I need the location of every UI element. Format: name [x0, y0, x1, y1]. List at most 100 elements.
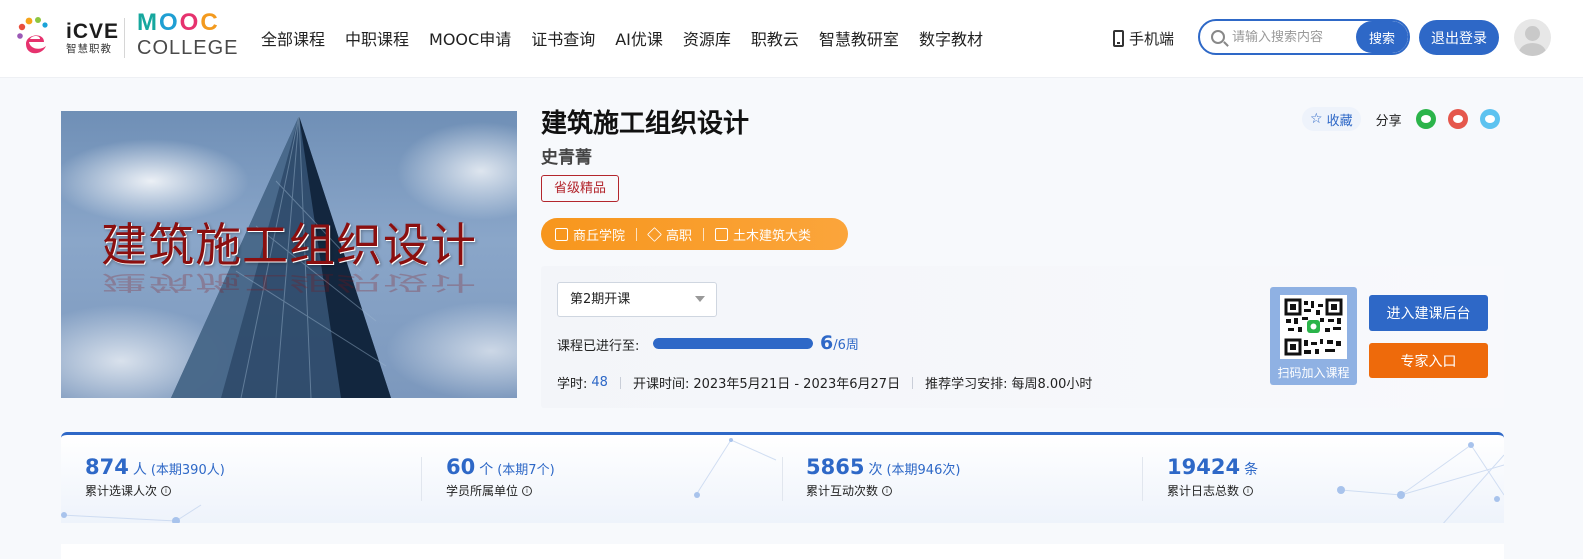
mobile-app-label: 手机端	[1129, 30, 1175, 48]
tag-school-label: 商丘学院	[573, 228, 626, 244]
mooc-letter-o2: O	[179, 9, 199, 36]
stat-label-text: 累计日志总数	[1167, 484, 1240, 498]
weibo-icon[interactable]	[1447, 109, 1468, 129]
nav-item-teaching-lab[interactable]: 智慧教研室	[819, 26, 899, 50]
stat-current-term: (本期390人)	[150, 463, 225, 478]
stat-label-text: 累计选课人次	[85, 484, 158, 498]
layers-icon	[647, 226, 662, 242]
favorite-button[interactable]: ☆ 收藏	[1302, 107, 1361, 131]
stat-label: 累计互动次数 i	[806, 482, 960, 499]
stat-enrollment: 874 人 (本期390人) 累计选课人次 i	[85, 455, 225, 499]
main-nav: 全部课程 中职课程 MOOC申请 证书查询 AI优课 资源库 职教云 智慧教研室…	[261, 26, 1003, 50]
course-cover-image: 建筑施工组织设计 建筑施工组织设计	[61, 111, 517, 398]
term-select-value: 第2期开课	[570, 292, 631, 307]
info-icon[interactable]: i	[522, 485, 533, 496]
nav-item-resource-library[interactable]: 资源库	[683, 26, 731, 50]
stat-current-term: (本期7个)	[497, 463, 555, 478]
search-input[interactable]	[1232, 29, 1350, 45]
stat-label-text: 学员所属单位	[446, 484, 519, 498]
favorite-label: 收藏	[1326, 113, 1353, 129]
info-icon[interactable]: i	[882, 485, 893, 496]
stat-unit: 次	[868, 462, 883, 478]
tag-category[interactable]: 土木建筑大类	[715, 225, 811, 244]
nav-item-secondary-courses[interactable]: 中职课程	[345, 26, 409, 50]
star-icon: ☆	[1310, 111, 1323, 127]
search-icon	[1211, 30, 1225, 44]
nav-item-certificate[interactable]: 证书查询	[531, 26, 595, 50]
nav-item-zjy-cloud[interactable]: 职教云	[751, 26, 799, 50]
stat-label-text: 累计互动次数	[806, 484, 879, 498]
mooc-college-logo[interactable]: M O O C COLLEGE	[137, 9, 239, 62]
qq-icon[interactable]	[1479, 109, 1500, 129]
nav-item-ai-courses[interactable]: AI优课	[615, 26, 663, 50]
expert-entry-button[interactable]: 专家入口	[1369, 343, 1488, 378]
term-panel: 第2期开课 课程已进行至: 6/6周 学时: 48 开课时间: 2023年5月2…	[541, 266, 1504, 408]
hours-value: 48	[591, 375, 608, 390]
logo-divider	[124, 18, 125, 58]
nav-item-digital-textbook[interactable]: 数字教材	[919, 26, 983, 50]
stat-divider	[1142, 457, 1143, 501]
stat-unit: 人	[132, 462, 147, 478]
course-meta-row: 学时: 48 开课时间: 2023年5月21日 - 2023年6月27日 推荐学…	[557, 373, 1092, 392]
search-bar: 搜索	[1198, 19, 1410, 55]
course-tags-bar: 商丘学院 高职 土木建筑大类	[541, 218, 848, 250]
tag-level-label: 高职	[666, 228, 693, 244]
qr-code	[1280, 295, 1347, 359]
nav-item-all-courses[interactable]: 全部课程	[261, 26, 325, 50]
nav-item-mooc-apply[interactable]: MOOC申请	[429, 26, 511, 50]
stat-number: 60	[446, 455, 476, 479]
icve-logo[interactable]: iCVE 智慧职教	[14, 14, 118, 62]
wechat-icon[interactable]	[1415, 109, 1436, 129]
stat-unit: 条	[1244, 462, 1259, 478]
progress-bar	[653, 338, 813, 349]
stat-label: 学员所属单位 i	[446, 482, 555, 499]
mooc-college-text: COLLEGE	[137, 37, 239, 59]
mooc-letter-c: C	[200, 9, 218, 36]
stat-label: 累计日志总数 i	[1167, 482, 1262, 499]
stat-current-term: (本期946次)	[886, 463, 961, 478]
tag-level[interactable]: 高职	[647, 225, 693, 244]
progress-label: 课程已进行至:	[557, 339, 640, 354]
stat-number: 5865	[806, 455, 865, 479]
user-avatar[interactable]	[1514, 19, 1551, 56]
icve-logo-text: iCVE	[66, 20, 120, 44]
stat-label: 累计选课人次 i	[85, 482, 225, 499]
tag-school[interactable]: 商丘学院	[555, 225, 625, 244]
progress-bar-fill	[653, 338, 813, 349]
building-icon	[555, 227, 568, 241]
chevron-down-icon	[695, 296, 705, 302]
logout-button[interactable]: 退出登录	[1419, 20, 1499, 55]
stat-value: 5865 次 (本期946次)	[806, 455, 960, 479]
stat-unit: 个	[479, 462, 494, 478]
content-section-top	[61, 544, 1504, 559]
mooc-letter-o1: O	[159, 9, 178, 36]
mooc-letter-m: M	[137, 9, 157, 36]
stat-units: 60 个 (本期7个) 学员所属单位 i	[446, 455, 555, 499]
stat-value: 60 个 (本期7个)	[446, 455, 555, 479]
stat-interactions: 5865 次 (本期946次) 累计互动次数 i	[806, 455, 960, 499]
enter-course-backend-button[interactable]: 进入建课后台	[1369, 295, 1488, 331]
schedule-label: 推荐学习安排:	[925, 377, 1008, 392]
stat-divider	[421, 457, 422, 501]
tag-divider	[636, 227, 638, 241]
hours-label: 学时:	[557, 377, 588, 392]
mobile-app-link[interactable]: 手机端	[1113, 28, 1174, 49]
stat-divider	[782, 457, 783, 501]
icve-logo-mark	[14, 14, 62, 62]
qr-code-card[interactable]: 扫码加入课程	[1270, 287, 1357, 385]
cover-title-text: 建筑施工组织设计	[101, 218, 477, 272]
book-icon	[715, 227, 729, 241]
stat-logs: 19424 条 累计日志总数 i	[1167, 455, 1262, 499]
stat-number: 874	[85, 455, 129, 479]
course-actions: ☆ 收藏 分享	[1302, 107, 1500, 131]
date-label: 开课时间:	[632, 377, 690, 392]
share-label: 分享	[1375, 113, 1402, 129]
date-value: 2023年5月21日 - 2023年6月27日	[693, 377, 901, 392]
progress-weeks: 6/6周	[820, 332, 859, 354]
search-button[interactable]: 搜索	[1356, 21, 1408, 53]
term-select[interactable]: 第2期开课	[557, 282, 717, 317]
stat-value: 19424 条	[1167, 455, 1262, 479]
progress-current-week: 6	[820, 332, 834, 354]
info-icon[interactable]: i	[161, 485, 172, 496]
info-icon[interactable]: i	[1243, 485, 1254, 496]
